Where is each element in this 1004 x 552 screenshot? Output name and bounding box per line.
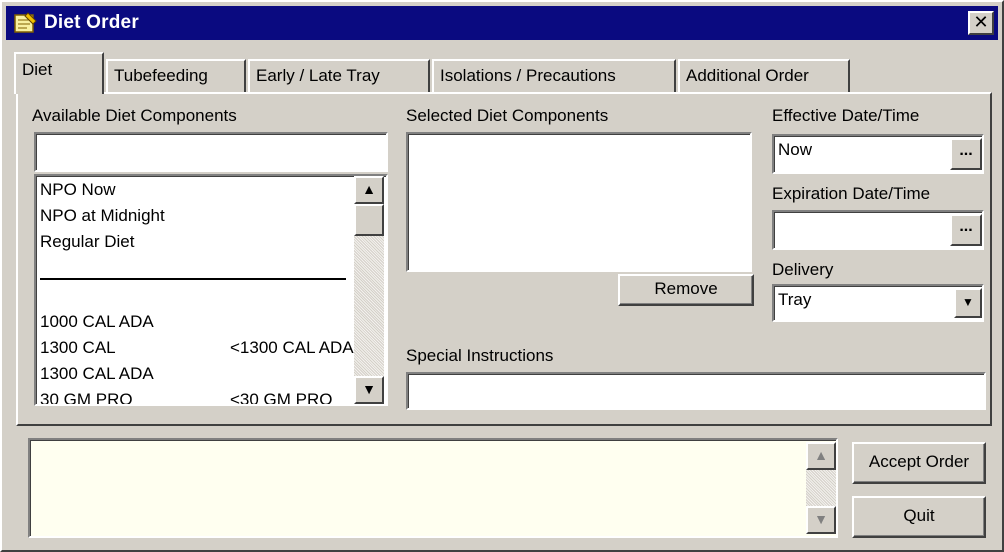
close-button[interactable]: ✕ xyxy=(968,11,994,35)
scroll-up-button[interactable]: ▲ xyxy=(354,176,384,204)
arrow-up-icon: ▲ xyxy=(814,447,828,463)
selected-components-label: Selected Diet Components xyxy=(406,106,609,125)
diet-order-window: Diet Order ✕ Diet Tubefeeding Early / La… xyxy=(0,0,1004,552)
notepad-icon xyxy=(14,12,37,33)
order-scroll-down-button[interactable]: ▼ xyxy=(806,506,836,534)
item-sub: <1300 CAL ADA xyxy=(230,338,354,357)
list-item[interactable]: 1300 CAL <1300 CAL ADA xyxy=(40,338,354,364)
remove-button[interactable]: Remove xyxy=(618,274,754,306)
title-bar[interactable]: Diet Order ✕ xyxy=(6,6,998,40)
list-item[interactable]: 1000 CAL ADA xyxy=(40,312,154,338)
selected-components-list[interactable] xyxy=(406,132,752,272)
item-name: 1000 CAL ADA xyxy=(40,312,154,331)
available-components-label: Available Diet Components xyxy=(32,106,237,125)
tab-early-late-tray[interactable]: Early / Late Tray xyxy=(248,59,430,92)
diet-tab-panel: Available Diet Components NPO Now NPO at… xyxy=(16,92,992,426)
item-name: 30 GM PRO xyxy=(40,390,133,406)
scroll-thumb[interactable] xyxy=(354,204,384,236)
tab-isolations-precautions[interactable]: Isolations / Precautions xyxy=(432,59,676,92)
quit-button[interactable]: Quit xyxy=(852,496,986,538)
list-item[interactable]: 30 GM PRO <30 GM PRO xyxy=(40,390,350,406)
list-item[interactable]: Regular Diet xyxy=(40,232,135,258)
delivery-dropdown-button[interactable]: ▼ xyxy=(954,288,982,318)
effective-date-label: Effective Date/Time xyxy=(772,106,920,125)
special-instructions-label: Special Instructions xyxy=(406,346,554,365)
arrow-down-icon: ▼ xyxy=(362,381,376,397)
tab-label: Additional Order xyxy=(686,66,809,85)
arrow-up-icon: ▲ xyxy=(362,181,376,197)
list-item[interactable]: NPO at Midnight xyxy=(40,206,165,232)
special-instructions-input[interactable] xyxy=(406,372,986,410)
tab-label: Diet xyxy=(22,60,53,79)
delivery-value: Tray xyxy=(778,290,812,309)
item-sub: <30 GM PRO xyxy=(230,390,333,406)
scroll-down-button[interactable]: ▼ xyxy=(354,376,384,404)
item-name: 1300 CAL xyxy=(40,338,116,357)
tab-diet[interactable]: Diet xyxy=(14,52,104,94)
tab-tubefeeding[interactable]: Tubefeeding xyxy=(106,59,246,92)
window-title: Diet Order xyxy=(44,12,139,33)
available-search-input[interactable] xyxy=(34,132,388,172)
expiration-date-picker-button[interactable]: ... xyxy=(950,214,982,246)
order-scroll-up-button[interactable]: ▲ xyxy=(806,442,836,470)
effective-date-picker-button[interactable]: ... xyxy=(950,138,982,170)
order-preview-box[interactable] xyxy=(28,438,838,538)
tab-label: Tubefeeding xyxy=(114,66,208,85)
available-components-list[interactable]: NPO Now NPO at Midnight Regular Diet 100… xyxy=(34,174,388,406)
tab-label: Isolations / Precautions xyxy=(440,66,616,85)
list-divider xyxy=(40,278,346,280)
list-item[interactable]: NPO Now xyxy=(40,180,116,206)
item-name: 1300 CAL ADA xyxy=(40,364,154,383)
accept-order-button[interactable]: Accept Order xyxy=(852,442,986,484)
delivery-select[interactable]: Tray xyxy=(772,284,984,322)
tab-label: Early / Late Tray xyxy=(256,66,380,85)
arrow-down-icon: ▼ xyxy=(814,511,828,527)
list-item[interactable]: 1300 CAL ADA xyxy=(40,364,154,390)
delivery-label: Delivery xyxy=(772,260,834,279)
expiration-date-label: Expiration Date/Time xyxy=(772,184,931,203)
tab-additional-order[interactable]: Additional Order xyxy=(678,59,850,92)
chevron-down-icon: ▼ xyxy=(962,295,974,309)
close-icon: ✕ xyxy=(973,12,989,32)
